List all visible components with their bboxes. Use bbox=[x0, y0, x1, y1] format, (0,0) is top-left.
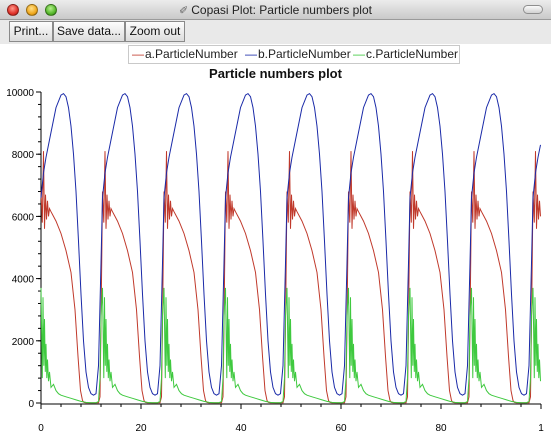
print-button[interactable]: Print... bbox=[9, 21, 53, 42]
x-tick-label: 40 bbox=[235, 423, 247, 432]
y-tick-label: 6000 bbox=[12, 212, 35, 223]
y-tick-label: 0 bbox=[28, 399, 34, 410]
x-tick-label: 1 bbox=[538, 423, 544, 432]
plot-area: —a.ParticleNumber —b.ParticleNumber —c.P… bbox=[0, 44, 551, 432]
x-tick-label: 60 bbox=[335, 423, 347, 432]
y-tick-label: 10000 bbox=[6, 88, 34, 99]
y-tick-label: 8000 bbox=[12, 150, 35, 161]
toolbar-toggle-button[interactable] bbox=[523, 5, 543, 14]
y-tick-label: 2000 bbox=[12, 337, 35, 348]
feather-icon: ✐ bbox=[179, 5, 189, 17]
x-tick-label: 80 bbox=[435, 423, 447, 432]
zoom-out-button[interactable]: Zoom out bbox=[125, 21, 185, 42]
window-title: Copasi Plot: Particle numbers plot bbox=[191, 3, 372, 17]
x-tick-label: 20 bbox=[135, 423, 147, 432]
plot-toolbar: Print... Save data... Zoom out bbox=[0, 20, 551, 44]
x-tick-label: 0 bbox=[38, 423, 44, 432]
window-title-container: ✐ Copasi Plot: Particle numbers plot bbox=[0, 3, 551, 17]
y-tick-label: 4000 bbox=[12, 275, 35, 286]
save-data-button[interactable]: Save data... bbox=[53, 21, 125, 42]
window-titlebar[interactable]: ✐ Copasi Plot: Particle numbers plot bbox=[0, 0, 551, 20]
line-chart[interactable]: 0 2000 4000 6000 8000 10000 0 20 40 60 80 1 bbox=[0, 44, 551, 432]
